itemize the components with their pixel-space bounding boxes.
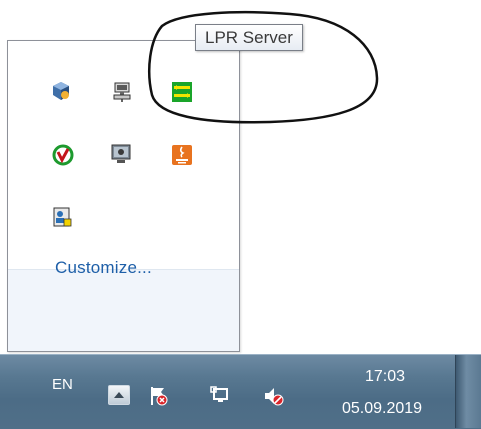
monitor-display-icon[interactable] (110, 143, 132, 165)
volume-muted-icon[interactable] (263, 385, 285, 407)
user-card-icon[interactable] (51, 206, 73, 228)
language-indicator[interactable]: EN (52, 376, 73, 393)
customize-link[interactable]: Customize... (55, 258, 152, 278)
java-icon[interactable] (171, 144, 193, 166)
clock-time[interactable]: 17:03 (340, 368, 430, 386)
antivirus-check-icon[interactable] (52, 144, 74, 166)
chevron-up-icon (114, 392, 124, 398)
network-computer-icon[interactable] (111, 81, 133, 103)
show-hidden-icons-button[interactable] (108, 385, 130, 405)
panel-footer (8, 270, 239, 351)
tooltip: LPR Server (195, 24, 303, 51)
network-icon[interactable] (209, 385, 231, 407)
clock-date[interactable]: 05.09.2019 (322, 400, 442, 418)
action-center-flag-icon[interactable] (148, 385, 170, 407)
show-desktop-button[interactable] (455, 355, 481, 428)
lpr-server-icon[interactable] (171, 81, 193, 103)
virtualbox-icon[interactable] (50, 80, 72, 102)
